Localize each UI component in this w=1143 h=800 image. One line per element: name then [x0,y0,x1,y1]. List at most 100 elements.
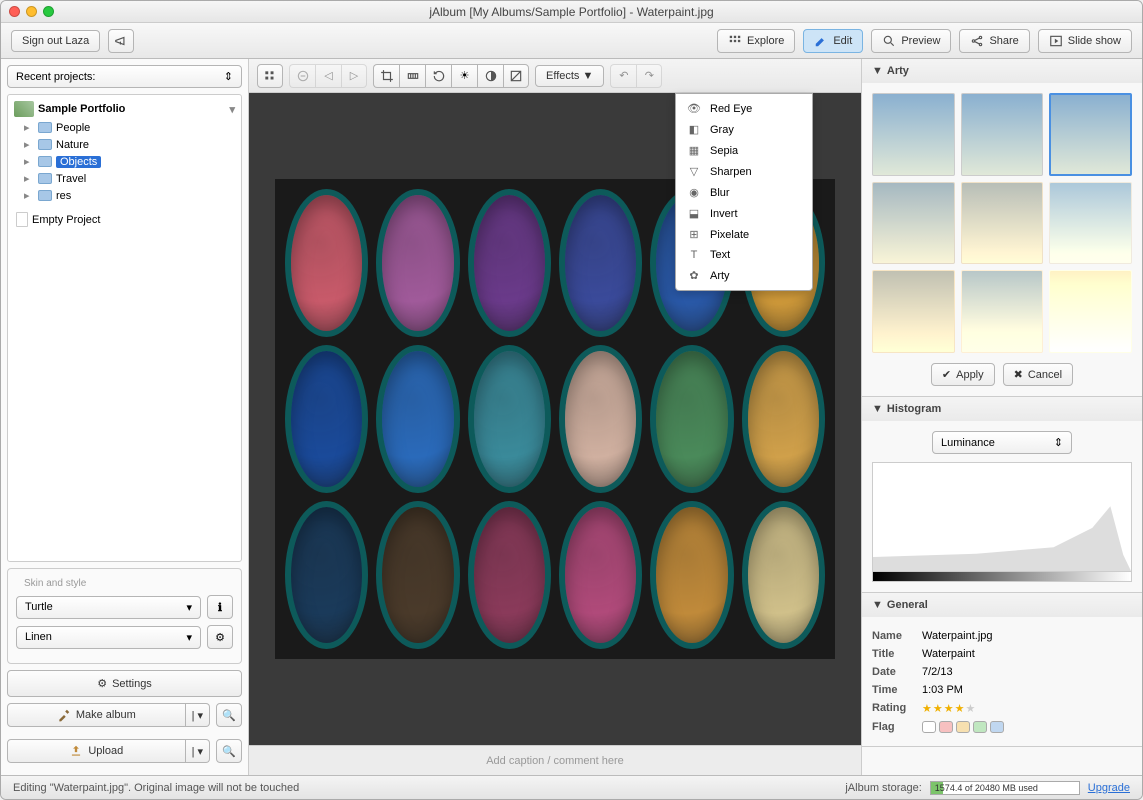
histogram-section-header[interactable]: ▼Histogram [862,397,1142,421]
effect-pixelate[interactable]: ⊞Pixelate [676,224,812,245]
close-button[interactable] [9,6,20,17]
skin-info-button[interactable]: ℹ [207,595,233,619]
sidebar: Recent projects: ⇕ Sample Portfolio ▾ ▸P… [1,59,249,775]
magnifier-icon: 🔍 [222,709,236,722]
flag-swatch[interactable] [922,721,936,733]
effect-invert[interactable]: ⬓Invert [676,203,812,224]
apply-button[interactable]: ✔Apply [931,363,995,386]
effects-menu: 👁Red Eye◧Gray▦Sepia▽Sharpen◉Blur⬓Invert⊞… [675,93,813,291]
skin-select[interactable]: Turtle▾ [16,596,201,619]
delete-button[interactable] [289,64,315,88]
straighten-icon [406,69,420,83]
effect-icon: ◧ [686,123,702,136]
gradient-bar [872,572,1132,582]
zoom-button-1[interactable]: 🔍 [216,703,242,727]
minimize-button[interactable] [26,6,37,17]
arrow-right-icon: ▷ [350,69,358,82]
chevron-down-icon: ▾ [186,631,192,644]
crop-button[interactable] [373,64,399,88]
main-area: Recent projects: ⇕ Sample Portfolio ▾ ▸P… [1,59,1142,775]
cancel-button[interactable]: ✖Cancel [1003,363,1073,386]
upload-dropdown[interactable]: | ▾ [186,739,210,763]
editor-area: ◁ ▷ ☀ Effects ▼ ↶ ↷ � [249,59,862,775]
arty-thumb[interactable] [1049,182,1132,265]
recent-projects-select[interactable]: Recent projects: ⇕ [7,65,242,88]
arty-thumb[interactable] [961,270,1044,353]
prop-time: 1:03 PM [922,684,963,696]
effect-icon: T [686,249,702,261]
zoom-button-2[interactable]: 🔍 [216,739,242,763]
tree-item-travel[interactable]: ▸Travel [8,170,241,187]
effect-arty[interactable]: ✿Arty [676,265,812,286]
redo-button[interactable]: ↷ [636,64,662,88]
storage-meter: 1574.4 of 20480 MB used [930,781,1080,795]
effect-sharpen[interactable]: ▽Sharpen [676,161,812,182]
arty-thumb[interactable] [872,93,955,176]
tree-item-res[interactable]: ▸res [8,187,241,204]
arty-thumb[interactable] [872,270,955,353]
zoom-button[interactable] [43,6,54,17]
upload-button[interactable]: Upload [7,739,186,763]
tree-item-nature[interactable]: ▸Nature [8,136,241,153]
effect-sepia[interactable]: ▦Sepia [676,140,812,161]
style-select[interactable]: Linen▾ [16,626,201,649]
edit-button[interactable]: Edit [803,29,863,53]
undo-button[interactable]: ↶ [610,64,636,88]
triangle-icon: ▼ [872,403,883,415]
play-icon [1049,34,1063,48]
effect-red-eye[interactable]: 👁Red Eye [676,98,812,119]
explore-button[interactable]: Explore [717,29,795,53]
chevron-down-icon: ▾ [229,103,235,116]
flag-swatch[interactable] [956,721,970,733]
arty-thumb[interactable] [872,182,955,265]
arty-thumb[interactable] [1049,93,1132,176]
brightness-button[interactable]: ☀ [451,64,477,88]
share-icon [970,34,984,48]
effect-blur[interactable]: ◉Blur [676,182,812,203]
preview-button[interactable]: Preview [871,29,951,53]
settings-button[interactable]: ⚙ Settings [7,670,242,697]
upgrade-link[interactable]: Upgrade [1088,782,1130,794]
arty-thumb[interactable] [961,93,1044,176]
app-window: jAlbum [My Albums/Sample Portfolio] - Wa… [0,0,1143,800]
sign-out-button[interactable]: Sign out Laza [11,30,100,52]
album-root[interactable]: Sample Portfolio ▾ [8,99,241,119]
effect-text[interactable]: TText [676,245,812,265]
contrast-button[interactable] [477,64,503,88]
empty-project[interactable]: Empty Project [8,210,241,229]
caption-input[interactable]: Add caption / comment here [249,745,861,775]
slideshow-button[interactable]: Slide show [1038,29,1132,53]
announce-button[interactable] [108,29,134,53]
straighten-button[interactable] [399,64,425,88]
edit-toolbar: ◁ ▷ ☀ Effects ▼ ↶ ↷ [249,59,861,93]
effect-icon: ⊞ [686,228,702,241]
rotate-button[interactable] [425,64,451,88]
triangle-icon: ▸ [24,155,34,168]
tree-item-people[interactable]: ▸People [8,119,241,136]
make-album-button[interactable]: Make album [7,703,186,727]
flag-swatch[interactable] [990,721,1004,733]
levels-button[interactable] [503,64,529,88]
effect-gray[interactable]: ◧Gray [676,119,812,140]
prev-button[interactable]: ◁ [315,64,341,88]
flag-swatch[interactable] [939,721,953,733]
skin-style-group: Skin and style Turtle▾ ℹ Linen▾ ⚙ [7,568,242,664]
tree-item-objects[interactable]: ▸Objects [8,153,241,170]
make-album-dropdown[interactable]: | ▾ [186,703,210,727]
arty-section-header[interactable]: ▼Arty [862,59,1142,83]
arty-thumb[interactable] [961,182,1044,265]
storage-label: jAlbum storage: [845,782,921,794]
histogram-channel-select[interactable]: Luminance⇕ [932,431,1072,454]
flag-swatch[interactable] [973,721,987,733]
style-settings-button[interactable]: ⚙ [207,625,233,649]
general-section-header[interactable]: ▼General [862,593,1142,617]
arty-thumb[interactable] [1049,270,1132,353]
contrast-icon [484,69,498,83]
effects-button[interactable]: Effects ▼ [535,65,604,87]
titlebar: jAlbum [My Albums/Sample Portfolio] - Wa… [1,1,1142,23]
share-button[interactable]: Share [959,29,1029,53]
prop-title: Waterpaint [922,648,975,660]
grid-view-button[interactable] [257,64,283,88]
rating-stars[interactable]: ★★★★★ [922,702,976,715]
next-button[interactable]: ▷ [341,64,367,88]
